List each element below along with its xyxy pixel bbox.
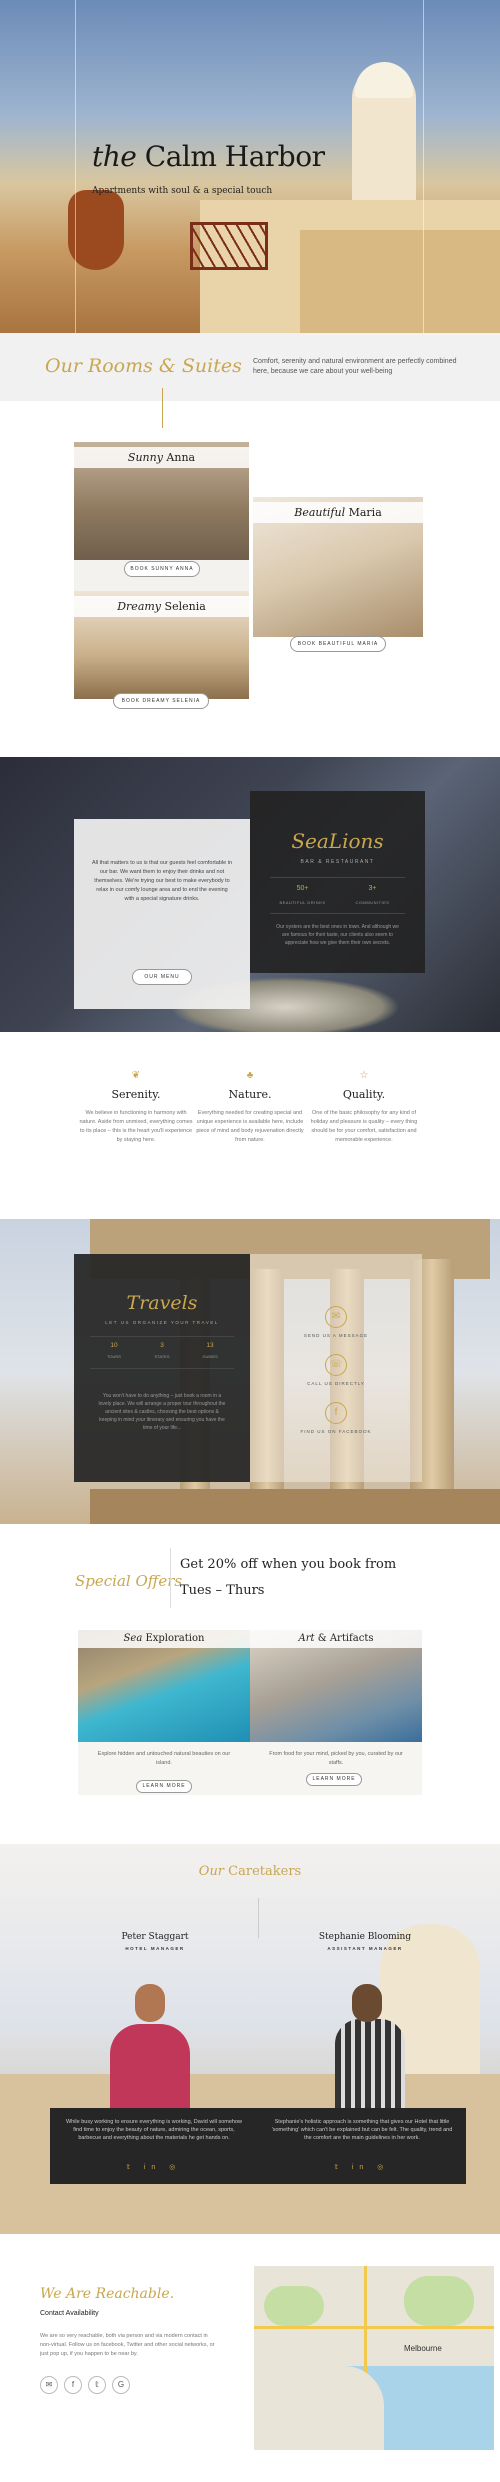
travels-contact-box: ✉ SEND US A MESSAGE ☏ CALL US DIRECTLY f… [250, 1254, 422, 1482]
stat-item: 3 STATES [154, 1342, 170, 1359]
stephanie-photo-head [352, 1984, 382, 2022]
offer-title: Sea Exploration [78, 1630, 250, 1648]
site-tagline: Apartments with soul & a special touch [92, 186, 273, 196]
map-land [254, 2366, 384, 2450]
hero-section: the Calm Harbor Apartments with soul & a… [0, 0, 500, 333]
leaf-icon: ❦ [131, 1070, 141, 1081]
about-text: All that matters to us is that our guest… [92, 860, 233, 902]
person-role: HOTEL MANAGER [125, 1946, 185, 1951]
site-title: the Calm Harbor [92, 140, 325, 173]
location-map[interactable]: Melbourne [254, 2266, 494, 2450]
offers-text: Get 20% off when you book from Tues – Th… [180, 1557, 397, 1598]
facebook-icon: f [325, 1402, 347, 1424]
map-road [254, 2326, 494, 2329]
travels-title: Travels [126, 1292, 198, 1314]
offer-card-art-artifacts: Art & Artifacts From food for your mind,… [250, 1630, 422, 1795]
our-menu-button[interactable]: OUR MENU [132, 969, 192, 985]
book-beautiful-maria-button[interactable]: BOOK BEAUTIFUL MARIA [290, 636, 386, 652]
send-message-link[interactable]: ✉ SEND US A MESSAGE [250, 1306, 422, 1338]
sealions-title: SeaLions [291, 829, 384, 853]
feature-quality: ☆ Quality. One of the basic philosophy f… [306, 1070, 422, 1145]
rooms-heading: Our Rooms & Suites [45, 355, 242, 377]
stat-item: 10 TOURS [107, 1342, 121, 1359]
travels-section: Travels LET US ORGANIZE YOUR TRAVEL 10 T… [0, 1219, 500, 1524]
divider-line [258, 1898, 259, 1938]
person-role: ASSISTANT MANAGER [327, 1946, 403, 1951]
offer-text: From food for your mind, picked by you, … [269, 1751, 403, 1766]
map-city-label: Melbourne [404, 2344, 442, 2353]
person-bio: Stephanie's holistic approach is somethi… [271, 2119, 453, 2141]
caretakers-heading: Our Caretakers [198, 1864, 302, 1879]
offer-text: Explore hidden and untouched natural bea… [97, 1751, 231, 1766]
room-title: Beautiful Maria [253, 502, 423, 523]
offer-title: Art & Artifacts [250, 1630, 422, 1648]
divider-line [162, 388, 163, 428]
room-card-beautiful-maria: Beautiful Maria [253, 497, 423, 637]
email-icon[interactable]: ✉ [40, 2376, 58, 2394]
stephanie-bio-box: Stephanie's holistic approach is somethi… [258, 2108, 466, 2184]
contact-heading: We Are Reachable. [40, 2286, 175, 2302]
caretakers-section: Our Caretakers Peter Staggart HOTEL MANA… [0, 1844, 500, 2234]
stat-item: 3+ COMMUNITIES [355, 885, 390, 905]
room-title: Dreamy Selenia [74, 596, 249, 617]
person-bio: While busy working to ensure everything … [65, 2119, 243, 2141]
phone-icon: ☏ [325, 1354, 347, 1376]
feature-serenity: ❦ Serenity. We believe in functioning in… [79, 1070, 193, 1143]
book-dreamy-selenia-button[interactable]: BOOK DREAMY SELENIA [113, 693, 209, 709]
bar-section: All that matters to us is that our guest… [0, 757, 500, 1032]
sealions-subtitle: BAR & RESTAURANT [300, 859, 375, 865]
call-us-link[interactable]: ☏ CALL US DIRECTLY [250, 1354, 422, 1386]
mail-icon: ✉ [325, 1306, 347, 1328]
book-sunny-anna-button[interactable]: BOOK SUNNY ANNA [124, 561, 200, 577]
stephanie-social-icons[interactable]: 𝕥 in ◎ [258, 2164, 466, 2172]
sealions-box: SeaLions BAR & RESTAURANT 50+ BEAUTIFUL … [250, 791, 425, 973]
peter-social-icons[interactable]: 𝕥 in ◎ [50, 2164, 258, 2172]
rooms-intro: Our Rooms & Suites Comfort, serenity and… [0, 333, 500, 401]
facebook-link[interactable]: f FIND US ON FACEBOOK [250, 1402, 422, 1434]
contact-text: We are so very reachable, both via perso… [40, 2333, 215, 2357]
temple-base [90, 1489, 500, 1524]
tree-icon: ♣ [246, 1070, 254, 1081]
travels-subtitle: LET US ORGANIZE YOUR TRAVEL [105, 1320, 219, 1325]
feature-nature: ♣ Nature. Everything needed for creating… [192, 1070, 308, 1145]
person-name: Peter Staggart [121, 1932, 189, 1942]
travels-box: Travels LET US ORGANIZE YOUR TRAVEL 10 T… [74, 1254, 250, 1482]
star-icon: ☆ [359, 1070, 369, 1081]
google-plus-icon[interactable]: G [112, 2376, 130, 2394]
sealions-text: Our oysters are the best ones in town. A… [276, 924, 399, 946]
facebook-icon[interactable]: f [64, 2376, 82, 2394]
twitter-icon[interactable]: 𝕥 [88, 2376, 106, 2394]
learn-more-art-button[interactable]: LEARN MORE [306, 1773, 362, 1786]
room-title: Sunny Anna [74, 447, 249, 468]
map-park [264, 2286, 324, 2326]
divider-line [170, 1548, 171, 1608]
about-box: All that matters to us is that our guest… [74, 819, 250, 1009]
stat-item: 13 GUIDES [202, 1342, 218, 1359]
travels-text: You won't have to do anything – just boo… [98, 1393, 226, 1431]
offers-heading: Special Offers [75, 1572, 183, 1590]
offer-card-sea-exploration: Sea Exploration Explore hidden and untou… [78, 1630, 250, 1795]
stat-item: 50+ BEAUTIFUL DRINKS [279, 885, 326, 905]
person-name: Stephanie Blooming [318, 1932, 412, 1942]
rooms-intro-text: Comfort, serenity and natural environmen… [253, 358, 457, 375]
map-park [404, 2276, 474, 2326]
contact-subheading: Contact Availability [40, 2310, 99, 2317]
peter-bio-box: While busy working to ensure everything … [50, 2108, 258, 2184]
peter-photo-head [135, 1984, 165, 2022]
learn-more-sea-button[interactable]: LEARN MORE [136, 1780, 192, 1793]
room-card-dreamy-selenia: Dreamy Selenia [74, 591, 249, 699]
